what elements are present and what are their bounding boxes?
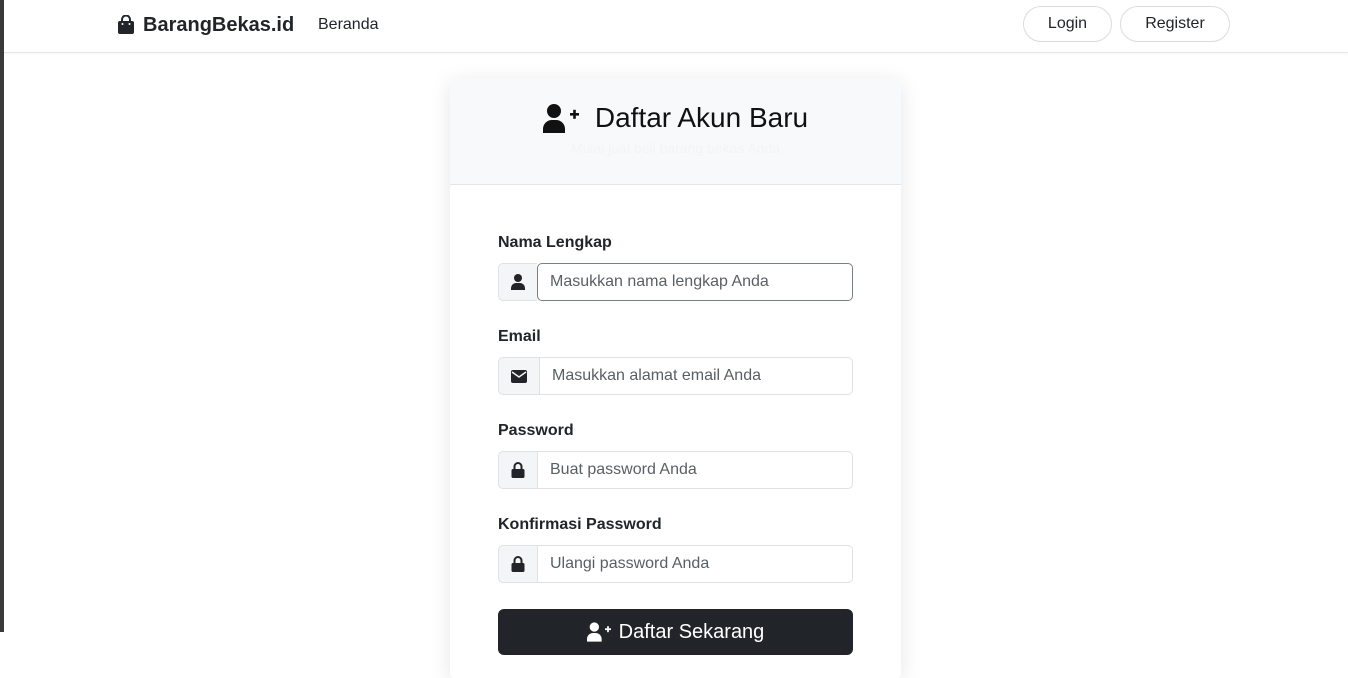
card-subtitle: Mulai jual beli barang bekas Anda (570, 140, 781, 156)
fullname-input-group (498, 263, 853, 301)
user-plus-icon (542, 103, 579, 133)
lock-icon (498, 451, 537, 489)
register-button[interactable]: Register (1120, 6, 1230, 42)
email-input-group (498, 357, 853, 395)
form-group-password: Password (498, 422, 853, 489)
lock-icon (498, 545, 537, 583)
confirm-password-input[interactable] (537, 545, 853, 583)
nav-link-beranda[interactable]: Beranda (318, 16, 379, 34)
form-group-fullname: Nama Lengkap (498, 234, 853, 301)
confirm-password-label: Konfirmasi Password (498, 516, 662, 533)
register-card: Daftar Akun Baru Mulai jual beli barang … (450, 78, 901, 678)
navbar: BarangBekas.id Beranda Login Register (4, 0, 1348, 53)
card-title: Daftar Akun Baru (450, 102, 901, 134)
card-header: Daftar Akun Baru Mulai jual beli barang … (450, 78, 901, 185)
fullname-input[interactable] (537, 263, 853, 301)
user-plus-icon (586, 622, 611, 642)
form-group-confirm-password: Konfirmasi Password (498, 516, 853, 583)
password-input-group (498, 451, 853, 489)
brand-name: BarangBekas.id (143, 13, 295, 36)
user-icon (498, 263, 537, 301)
submit-register-button[interactable]: Daftar Sekarang (498, 609, 853, 655)
fullname-label: Nama Lengkap (498, 234, 612, 251)
password-label: Password (498, 422, 574, 439)
email-label: Email (498, 328, 541, 345)
window-edge (0, 0, 4, 632)
submit-register-label: Daftar Sekarang (618, 620, 765, 643)
email-field[interactable] (539, 357, 853, 395)
password-input[interactable] (537, 451, 853, 489)
form-group-email: Email (498, 328, 853, 395)
login-button[interactable]: Login (1023, 6, 1112, 42)
shopping-bag-icon (118, 15, 134, 34)
brand-logo[interactable]: BarangBekas.id (117, 12, 294, 38)
envelope-icon (498, 357, 539, 395)
card-title-text: Daftar Akun Baru (594, 102, 809, 133)
confirm-password-input-group (498, 545, 853, 583)
